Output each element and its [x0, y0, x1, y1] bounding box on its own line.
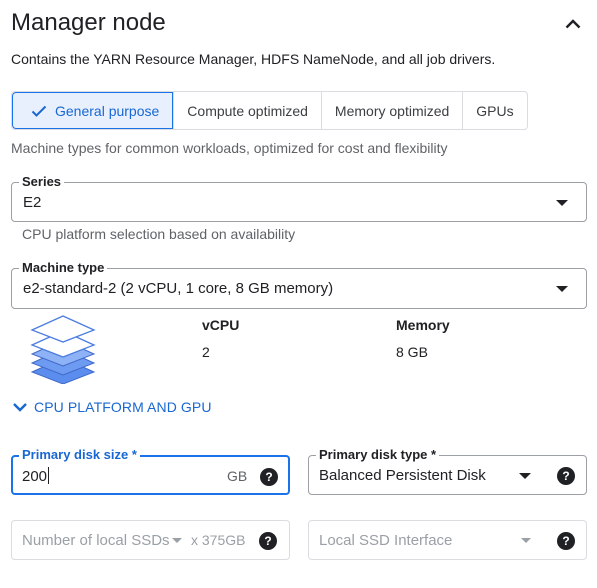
machine-type-value: e2-standard-2 (2 vCPU, 1 core, 8 GB memo…: [23, 280, 334, 297]
series-label: Series: [19, 174, 65, 190]
local-ssds-select[interactable]: Number of local SSDs x 375GB ?: [11, 520, 290, 560]
dropdown-arrow-icon: [556, 286, 568, 292]
memory-value: 8 GB: [396, 344, 428, 360]
dropdown-arrow-icon: [521, 538, 531, 543]
cpu-platform-gpu-expander[interactable]: CPU PLATFORM AND GPU: [12, 399, 212, 415]
series-hint: CPU platform selection based on availabi…: [22, 226, 296, 242]
primary-disk-size-input[interactable]: Primary disk size * 200 GB ?: [11, 447, 290, 495]
check-icon: [31, 105, 47, 117]
dropdown-arrow-icon: [519, 473, 531, 479]
tab-gpus[interactable]: GPUs: [462, 92, 526, 129]
machine-type-select[interactable]: Machine type e2-standard-2 (2 vCPU, 1 co…: [11, 260, 587, 309]
section-description: Contains the YARN Resource Manager, HDFS…: [11, 51, 496, 67]
primary-disk-size-value: 200: [22, 467, 50, 485]
dropdown-arrow-icon: [172, 538, 182, 543]
memory-header: Memory: [396, 317, 450, 333]
tab-label: General purpose: [55, 102, 160, 119]
chevron-up-icon: [565, 19, 581, 29]
vcpu-value: 2: [202, 344, 210, 360]
help-icon[interactable]: ?: [557, 467, 575, 485]
collapse-button[interactable]: [558, 10, 588, 38]
primary-disk-size-label: Primary disk size *: [19, 447, 140, 463]
machine-family-tabs: General purpose Compute optimized Memory…: [11, 91, 528, 130]
tab-compute-optimized[interactable]: Compute optimized: [173, 92, 321, 129]
tab-label: GPUs: [476, 102, 514, 119]
machine-type-label: Machine type: [19, 260, 108, 276]
series-value: E2: [23, 194, 42, 211]
chevron-down-icon: [13, 403, 27, 412]
dropdown-arrow-icon: [556, 200, 568, 206]
disk-size-unit: GB: [227, 468, 248, 484]
help-icon[interactable]: ?: [259, 532, 277, 550]
tab-label: Memory optimized: [334, 102, 450, 119]
tab-memory-optimized[interactable]: Memory optimized: [320, 92, 462, 129]
primary-disk-type-select[interactable]: Primary disk type * Balanced Persistent …: [308, 447, 587, 495]
local-ssd-unit: x 375GB: [191, 532, 246, 548]
local-ssds-placeholder: Number of local SSDs: [22, 532, 170, 549]
machine-family-hint: Machine types for common workloads, opti…: [11, 140, 448, 156]
expander-label: CPU PLATFORM AND GPU: [34, 399, 212, 415]
help-icon[interactable]: ?: [260, 468, 278, 486]
stacked-layers-icon: [30, 315, 96, 384]
help-icon[interactable]: ?: [557, 532, 575, 550]
primary-disk-type-value: Balanced Persistent Disk: [319, 467, 486, 484]
vcpu-header: vCPU: [202, 317, 240, 333]
tab-label: Compute optimized: [187, 102, 308, 119]
tab-general-purpose[interactable]: General purpose: [12, 92, 174, 129]
series-select[interactable]: Series E2: [11, 174, 587, 222]
local-ssd-interface-select[interactable]: Local SSD Interface ?: [308, 520, 587, 560]
primary-disk-type-label: Primary disk type *: [316, 447, 440, 463]
page-title: Manager node: [11, 9, 166, 36]
local-ssd-interface-placeholder: Local SSD Interface: [319, 532, 453, 549]
